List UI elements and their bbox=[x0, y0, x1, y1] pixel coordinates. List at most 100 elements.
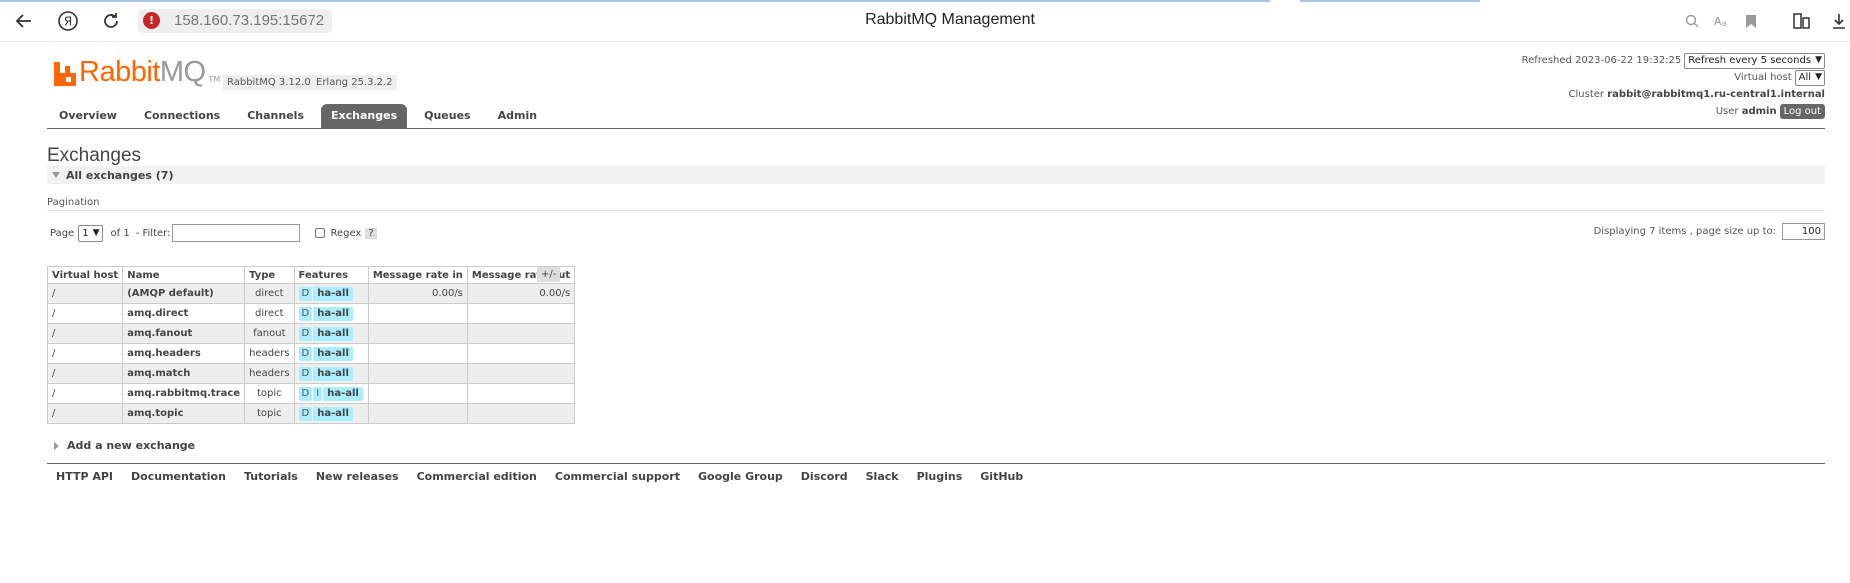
policy-badge[interactable]: ha-all bbox=[313, 306, 353, 321]
rate-out-cell bbox=[466, 343, 576, 364]
collapse-triangle-icon[interactable] bbox=[52, 172, 60, 178]
feature-badge: D bbox=[298, 366, 313, 381]
policy-badge[interactable]: ha-all bbox=[313, 346, 353, 361]
footer-divider bbox=[47, 463, 1825, 464]
column-header[interactable]: Name bbox=[122, 266, 246, 284]
column-header[interactable]: Message rate in bbox=[367, 266, 468, 284]
help-icon[interactable]: ? bbox=[365, 227, 377, 239]
policy-badge[interactable]: ha-all bbox=[313, 326, 353, 341]
zoom-icon[interactable] bbox=[1683, 12, 1701, 30]
vhost-select[interactable]: All ▼ bbox=[1794, 69, 1825, 86]
table-row: / (AMQP default) direct Dha-all 0.00/s 0.00/s bbox=[46, 283, 576, 304]
section-header[interactable] bbox=[47, 166, 1825, 184]
vhost-cell: / bbox=[46, 403, 124, 424]
chevron-down-icon: ▼ bbox=[1815, 72, 1822, 82]
rate-out-cell: 0.00/s bbox=[466, 283, 576, 304]
page-select[interactable]: 1 ▼ bbox=[78, 224, 103, 242]
exchange-name-link[interactable]: amq.fanout bbox=[122, 323, 246, 344]
rate-in-cell bbox=[367, 383, 468, 404]
column-header[interactable]: Features bbox=[293, 266, 369, 284]
footer-link-commercial-edition[interactable]: Commercial edition bbox=[417, 470, 537, 483]
features-cell: Dha-all bbox=[293, 323, 369, 344]
translate-icon[interactable]: Aa bbox=[1713, 12, 1731, 30]
add-exchange-label[interactable]: Add a new exchange bbox=[67, 439, 195, 452]
exchange-name-link[interactable]: amq.topic bbox=[122, 403, 246, 424]
logo-trademark: TM bbox=[208, 75, 221, 84]
erlang-version-badge: Erlang 25.3.2.2 bbox=[312, 75, 397, 90]
features-cell: Dha-all bbox=[293, 303, 369, 324]
footer-link-discord[interactable]: Discord bbox=[801, 470, 848, 483]
download-icon[interactable] bbox=[1830, 12, 1848, 30]
rate-in-cell bbox=[367, 403, 468, 424]
feature-badge: D bbox=[298, 406, 313, 421]
collections-icon[interactable] bbox=[1793, 12, 1811, 30]
chevron-down-icon: ▼ bbox=[92, 228, 100, 238]
pagination-divider bbox=[47, 210, 1825, 211]
filter-input[interactable] bbox=[172, 224, 301, 242]
type-cell: direct bbox=[244, 303, 295, 324]
page-title-bar: RabbitMQ Management bbox=[865, 11, 1035, 28]
tab-connections[interactable]: Connections bbox=[134, 104, 230, 128]
type-cell: fanout bbox=[244, 323, 295, 344]
rabbitmq-logo[interactable]: RabbitMQ TM bbox=[54, 56, 221, 88]
rabbitmq-logo-icon bbox=[54, 62, 76, 86]
tab-queues[interactable]: Queues bbox=[414, 104, 480, 128]
tab-overview[interactable]: Overview bbox=[49, 104, 127, 128]
add-exchange-section[interactable]: Add a new exchange bbox=[54, 439, 195, 452]
table-row: / amq.direct direct Dha-all bbox=[46, 303, 576, 324]
features-cell: Dha-all bbox=[293, 283, 369, 304]
rate-out-cell bbox=[466, 323, 576, 344]
logo-text: RabbitMQ bbox=[79, 56, 206, 88]
exchange-name-link[interactable]: amq.headers bbox=[122, 343, 246, 364]
footer-link-github[interactable]: GitHub bbox=[980, 470, 1023, 483]
table-row: / amq.rabbitmq.trace topic D Iha-all bbox=[46, 383, 576, 404]
section-title[interactable]: All exchanges (7) bbox=[66, 169, 173, 182]
page-size-panel: Displaying 7 items , page size up to: 10… bbox=[1594, 223, 1825, 240]
footer-link-tutorials[interactable]: Tutorials bbox=[244, 470, 298, 483]
footer-link-commercial-support[interactable]: Commercial support bbox=[555, 470, 680, 483]
vhost-label: Virtual host bbox=[1734, 72, 1792, 83]
exchange-name-link[interactable]: amq.direct bbox=[122, 303, 246, 324]
exchange-name-link[interactable]: amq.match bbox=[122, 363, 246, 384]
page-of-label: of 1 bbox=[110, 227, 130, 239]
table-row: / amq.headers headers Dha-all bbox=[46, 343, 576, 364]
policy-badge[interactable]: ha-all bbox=[323, 386, 363, 401]
footer-link-new-releases[interactable]: New releases bbox=[316, 470, 399, 483]
browser-toolbar: Я ! 158.160.73.195:15672 RabbitMQ Manage… bbox=[0, 0, 1850, 42]
exchange-name-link[interactable]: amq.rabbitmq.trace bbox=[122, 383, 246, 404]
rate-out-cell bbox=[466, 383, 576, 404]
rate-out-cell bbox=[466, 403, 576, 424]
footer-link-slack[interactable]: Slack bbox=[866, 470, 899, 483]
logout-button[interactable]: Log out bbox=[1779, 104, 1825, 119]
filter-label: - Filter: bbox=[135, 227, 171, 239]
page-label: Page bbox=[50, 227, 75, 239]
policy-badge[interactable]: ha-all bbox=[313, 366, 353, 381]
exchanges-table: Virtual host Name Type Features Message rate… bbox=[46, 266, 576, 424]
policy-badge[interactable]: ha-all bbox=[313, 406, 353, 421]
tabs-divider bbox=[47, 128, 1825, 129]
table-row: / amq.topic topic Dha-all bbox=[46, 403, 576, 424]
expand-triangle-icon bbox=[54, 441, 59, 450]
type-cell: topic bbox=[244, 403, 295, 424]
policy-badge[interactable]: ha-all bbox=[313, 286, 353, 301]
page-size-input[interactable]: 100 bbox=[1782, 223, 1825, 240]
rate-in-cell: 0.00/s bbox=[367, 283, 468, 304]
vhost-cell: / bbox=[46, 363, 124, 384]
footer-link-http-api[interactable]: HTTP API bbox=[56, 470, 113, 483]
column-header[interactable]: Type bbox=[244, 266, 295, 284]
column-header[interactable]: Virtual host bbox=[46, 266, 124, 284]
regex-checkbox[interactable] bbox=[315, 228, 326, 238]
tab-channels[interactable]: Channels bbox=[237, 104, 314, 128]
footer-link-google-group[interactable]: Google Group bbox=[698, 470, 783, 483]
refresh-interval-select[interactable]: Refresh every 5 seconds ▼ bbox=[1684, 52, 1825, 69]
exchange-name-link[interactable]: (AMQP default) bbox=[122, 283, 246, 304]
regex-label: Regex bbox=[330, 227, 362, 239]
footer-link-documentation[interactable]: Documentation bbox=[131, 470, 226, 483]
bookmark-icon[interactable] bbox=[1742, 12, 1760, 30]
column-toggle-button[interactable]: +/- bbox=[537, 267, 561, 282]
tab-admin[interactable]: Admin bbox=[488, 104, 547, 128]
feature-badge: D bbox=[298, 306, 313, 321]
footer-link-plugins[interactable]: Plugins bbox=[917, 470, 963, 483]
rate-in-cell bbox=[367, 363, 468, 384]
tab-exchanges[interactable]: Exchanges bbox=[321, 104, 408, 128]
